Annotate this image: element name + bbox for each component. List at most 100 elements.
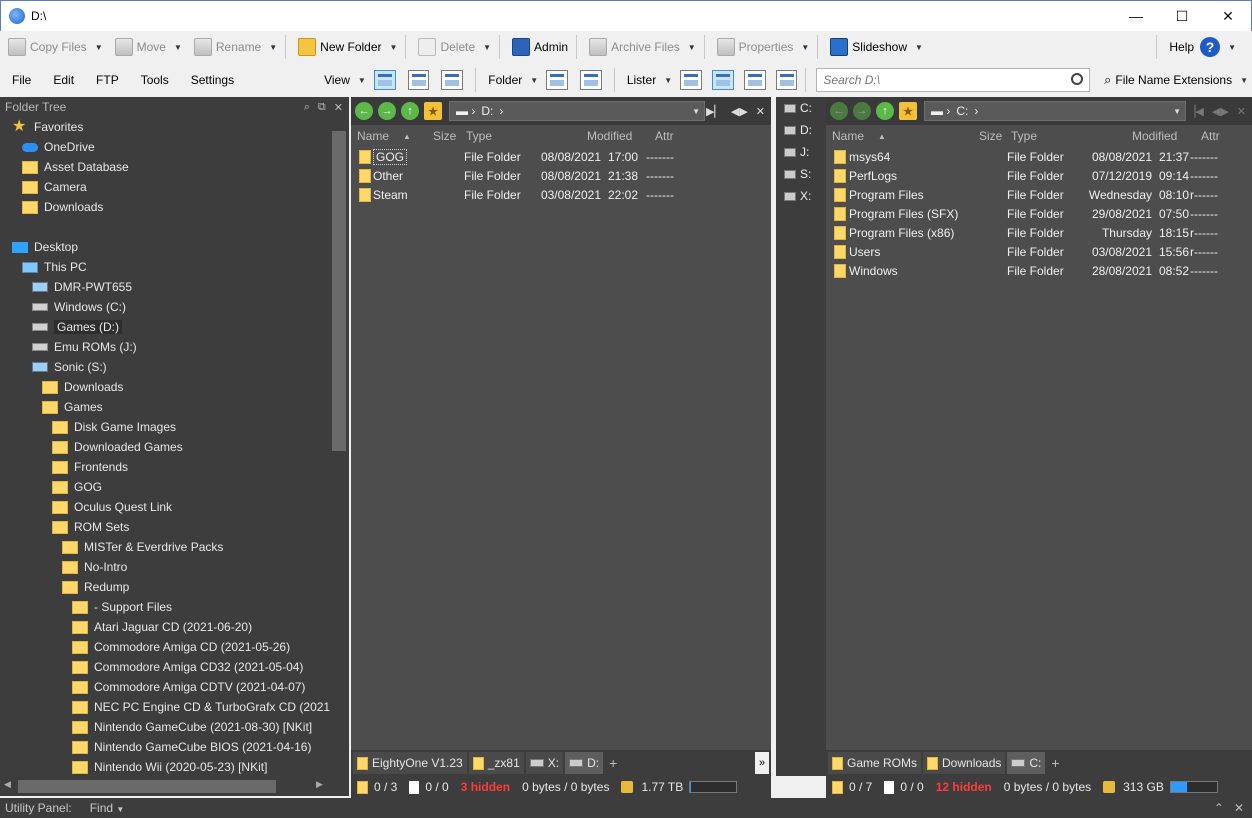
- file-row[interactable]: Windows File Folder 28/08/2021 08:52 -------: [826, 261, 1252, 280]
- tree-item[interactable]: Games (D:): [0, 317, 330, 337]
- col-attr[interactable]: Attr: [655, 129, 674, 143]
- tree-item[interactable]: ROM Sets: [0, 517, 330, 537]
- tree-item[interactable]: Downloads: [0, 377, 330, 397]
- tab-game-roms[interactable]: Game ROMs: [828, 752, 922, 774]
- tree-item[interactable]: MISTer & Everdrive Packs: [0, 537, 330, 557]
- tab-overflow-button[interactable]: »: [755, 752, 769, 774]
- minimize-button[interactable]: —: [1113, 1, 1159, 31]
- drive-button[interactable]: X:: [776, 185, 826, 207]
- folder-compare-icon[interactable]: [580, 70, 602, 90]
- rename-button[interactable]: Rename ▼: [190, 34, 281, 60]
- add-tab-icon[interactable]: +: [1051, 755, 1059, 771]
- tree-item[interactable]: Downloads: [0, 197, 330, 217]
- drive-button[interactable]: J:: [776, 141, 826, 163]
- tree-item[interactable]: Oculus Quest Link: [0, 497, 330, 517]
- swap-icon[interactable]: ◀▶: [731, 105, 748, 118]
- lister-dual-icon[interactable]: [711, 70, 734, 90]
- help-button[interactable]: Help? ▼: [1165, 34, 1240, 60]
- menu-settings[interactable]: Settings: [185, 73, 240, 87]
- favorites-icon[interactable]: ★: [424, 102, 442, 120]
- back-icon[interactable]: ←: [830, 102, 848, 120]
- lister-single-icon[interactable]: [680, 70, 702, 90]
- col-type[interactable]: Type: [466, 129, 492, 143]
- chevron-down-icon[interactable]: ▼: [1173, 107, 1181, 116]
- tab-x-drive[interactable]: X:: [525, 752, 564, 774]
- search-box[interactable]: [816, 68, 1091, 92]
- status-hidden[interactable]: 12 hidden: [936, 780, 992, 794]
- copy-files-button[interactable]: Copy Files ▼: [4, 34, 107, 60]
- utility-find-button[interactable]: Find ▼: [90, 801, 125, 815]
- view-menu-button[interactable]: View ▼: [320, 67, 370, 93]
- chevron-down-icon[interactable]: ▼: [1240, 76, 1248, 85]
- tree-item[interactable]: Sonic (S:): [0, 357, 330, 377]
- tree-item[interactable]: Atari Jaguar CD (2021-06-20): [0, 617, 330, 637]
- lister-viewer-icon[interactable]: [775, 70, 798, 90]
- tree-item[interactable]: Disk Game Images: [0, 417, 330, 437]
- tree-item[interactable]: OneDrive: [0, 137, 330, 157]
- col-name[interactable]: Name: [357, 129, 389, 143]
- search-icon[interactable]: ⌕: [304, 101, 310, 114]
- favorites-icon[interactable]: ★: [899, 102, 917, 120]
- add-tab-icon[interactable]: +: [609, 755, 617, 771]
- horizontal-scrollbar[interactable]: ◀ ▶: [0, 777, 330, 796]
- status-hidden[interactable]: 3 hidden: [461, 780, 510, 794]
- chevron-down-icon[interactable]: ▼: [530, 76, 538, 85]
- forward-icon[interactable]: →: [853, 102, 871, 120]
- menu-edit[interactable]: Edit: [47, 73, 80, 87]
- close-icon[interactable]: ✕: [1237, 105, 1246, 118]
- close-button[interactable]: ✕: [1205, 1, 1251, 31]
- tree-item[interactable]: GOG: [0, 477, 330, 497]
- view-details-icon[interactable]: [373, 70, 396, 90]
- chevron-down-icon[interactable]: ▼: [801, 43, 809, 52]
- forward-icon[interactable]: →: [378, 102, 396, 120]
- drive-button[interactable]: C:: [776, 97, 826, 119]
- expand-icon[interactable]: ⌃: [1214, 801, 1224, 815]
- file-name-extensions-button[interactable]: ⌕ File Name Extensions ▼: [1100, 67, 1252, 93]
- file-row[interactable]: Program Files File Folder Wednesday 08:10 r-…: [826, 185, 1252, 204]
- folder-menu-button[interactable]: Folder ▼: [484, 67, 542, 93]
- col-size[interactable]: Size: [979, 129, 1002, 143]
- new-folder-button[interactable]: New Folder ▼: [294, 34, 401, 60]
- file-row[interactable]: Other File Folder 08/08/2021 21:38 -------: [351, 166, 771, 185]
- drive-button[interactable]: D:: [776, 119, 826, 141]
- chevron-down-icon[interactable]: ▼: [358, 76, 366, 85]
- tree-item[interactable]: Asset Database: [0, 157, 330, 177]
- tree-item[interactable]: Games: [0, 397, 330, 417]
- lister-tree-icon[interactable]: [743, 70, 766, 90]
- admin-button[interactable]: Admin: [508, 34, 572, 60]
- close-icon[interactable]: ✕: [334, 101, 343, 114]
- tree-item[interactable]: NEC PC Engine CD & TurboGrafx CD (2021-: [0, 697, 330, 717]
- file-row[interactable]: Program Files (x86) File Folder Thursday 18…: [826, 223, 1252, 242]
- chevron-down-icon[interactable]: ▼: [174, 43, 182, 52]
- tree-item[interactable]: DMR-PWT655: [0, 277, 330, 297]
- col-name[interactable]: Name: [832, 129, 864, 143]
- tree-item[interactable]: Nintendo Wii (2020-05-23) [NKit]: [0, 757, 330, 777]
- tab-c-drive[interactable]: C:: [1007, 752, 1046, 774]
- col-modified[interactable]: Modified: [1132, 129, 1177, 143]
- tab-downloads[interactable]: Downloads: [923, 752, 1006, 774]
- search-icon[interactable]: [1071, 73, 1084, 85]
- chevron-down-icon[interactable]: ▼: [692, 107, 700, 116]
- properties-button[interactable]: Properties ▼: [713, 34, 814, 60]
- drive-button[interactable]: S:: [776, 163, 826, 185]
- file-row[interactable]: msys64 File Folder 08/08/2021 21:37 -------: [826, 147, 1252, 166]
- chevron-down-icon[interactable]: ▼: [915, 43, 923, 52]
- close-icon[interactable]: ✕: [1234, 801, 1244, 815]
- file-row[interactable]: Program Files (SFX) File Folder 29/08/2021…: [826, 204, 1252, 223]
- chevron-down-icon[interactable]: ▼: [483, 43, 491, 52]
- tree-item[interactable]: Desktop: [0, 237, 330, 257]
- tree-item[interactable]: Downloaded Games: [0, 437, 330, 457]
- view-tiles-icon[interactable]: [441, 70, 464, 90]
- archive-files-button[interactable]: Archive Files ▼: [585, 34, 700, 60]
- back-icon[interactable]: ←: [355, 102, 373, 120]
- col-modified[interactable]: Modified: [587, 129, 632, 143]
- menu-file[interactable]: File: [6, 73, 37, 87]
- tree-item[interactable]: No-Intro: [0, 557, 330, 577]
- slideshow-button[interactable]: Slideshow ▼: [826, 34, 927, 60]
- tree-item[interactable]: Nintendo GameCube (2021-08-30) [NKit]: [0, 717, 330, 737]
- chevron-down-icon[interactable]: ▼: [269, 43, 277, 52]
- tree-item[interactable]: Emu ROMs (J:): [0, 337, 330, 357]
- folder-grid-icon[interactable]: [546, 70, 569, 90]
- tree-item[interactable]: Nintendo GameCube BIOS (2021-04-16): [0, 737, 330, 757]
- up-icon[interactable]: ↑: [876, 102, 894, 120]
